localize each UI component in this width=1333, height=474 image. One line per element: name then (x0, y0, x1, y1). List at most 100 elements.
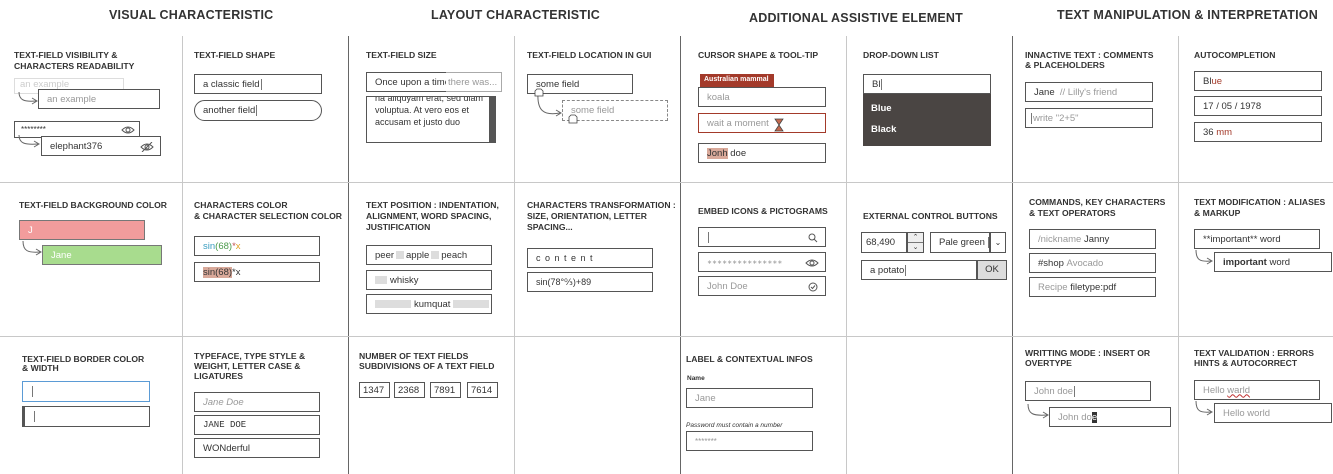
cell-title: EXTERNAL CONTROL BUTTONS (863, 211, 998, 221)
cell-title: TYPEFACE, TYPE STYLE & (194, 351, 306, 361)
dropdown-input[interactable]: Bl (863, 74, 991, 94)
italic-field[interactable]: Jane Doe (194, 392, 320, 412)
divider (846, 36, 847, 474)
cell-title: TEXT-FIELD VISIBILITY & (14, 50, 118, 60)
date-field[interactable]: 17 / 05 / 1978 (1194, 96, 1322, 116)
cell-title: NUMBER OF TEXT FIELDS (359, 351, 469, 361)
cell-title: TEXT-FIELD SIZE (366, 50, 437, 60)
corrected-field[interactable]: Hello world (1214, 403, 1332, 423)
cell-title: CHARACTERS READABILITY (14, 61, 135, 71)
indent-field[interactable]: whisky (366, 270, 492, 290)
chevron-down-icon[interactable]: ⌄ (908, 243, 923, 252)
cell-title: WEIGHT, LETTER CASE & (194, 361, 301, 371)
eye-icon[interactable] (121, 125, 135, 135)
command-field[interactable]: /nickname Janny (1029, 229, 1156, 249)
error-field[interactable]: Hello warld (1194, 380, 1320, 400)
transform-arrow-icon (1195, 401, 1213, 416)
cell-title: LABEL & CONTEXTUAL INFOS (686, 354, 813, 364)
password-input[interactable]: ******* (686, 431, 813, 451)
selection-field[interactable]: sin(68) *x (194, 262, 320, 282)
markup-field[interactable]: **important** word (1194, 229, 1320, 249)
transform-arrow-icon (1027, 404, 1049, 419)
cell-title: & WIDTH (22, 363, 59, 373)
case-field[interactable]: WONderful (194, 438, 320, 458)
name-input[interactable]: Jane (686, 388, 813, 408)
divider (1178, 36, 1179, 474)
rounded-field[interactable]: another field (194, 100, 322, 121)
name-field[interactable]: Jonh doe (698, 143, 826, 163)
search-field[interactable] (698, 227, 826, 247)
password-field[interactable]: ∗∗∗∗∗∗∗∗∗∗∗∗∗∗∗ (698, 252, 826, 272)
number-field[interactable]: 68,490 (861, 232, 907, 253)
transform-field[interactable]: sin(78°↉)+89 (527, 272, 653, 292)
eye-icon[interactable] (805, 258, 819, 268)
blue-border-field[interactable] (22, 381, 150, 402)
center-field[interactable]: kumquat (366, 294, 492, 314)
spacing-field[interactable]: peer apple peach (366, 245, 492, 265)
cell-title: TEXT VALIDATION : ERRORS (1194, 348, 1314, 358)
dropdown-option[interactable]: Blue (863, 94, 991, 114)
segment-field[interactable]: 7614 (467, 382, 498, 398)
segment-field[interactable]: 7891 (430, 382, 461, 398)
unit-field[interactable]: 36 mm (1194, 122, 1322, 142)
ok-button[interactable]: OK (977, 260, 1007, 280)
cell-title: & PLACEHOLDERS (1025, 60, 1105, 70)
cell-title: EMBED ICONS & PICTOGRAMS (698, 206, 828, 216)
cell-title: & TEXT OPERATORS (1029, 208, 1116, 218)
cell-title: CHARACTERS TRANSFORMATION : (527, 200, 676, 210)
cell-title: COMMANDS, KEY CHARACTERS (1029, 197, 1166, 207)
mono-field[interactable]: JANE DOE (194, 415, 320, 435)
scrollbar[interactable] (489, 97, 495, 142)
dropdown-option[interactable]: Black (863, 114, 991, 135)
letter-spacing-field[interactable]: c o n t e n t (527, 248, 653, 268)
cell-title: WRITTING MODE : INSERT OR (1025, 348, 1151, 358)
validated-field[interactable]: John Doe (698, 276, 826, 296)
cell-title: JUSTIFICATION (366, 222, 431, 232)
comment-field[interactable]: Jane // Lilly's friend (1025, 82, 1153, 102)
segment-field[interactable]: 1347 (359, 382, 390, 398)
cell-title: TEXT-FIELD SHAPE (194, 50, 276, 60)
header-visual: VISUAL CHARACTERISTIC (109, 8, 274, 22)
wait-field[interactable]: wait a moment (698, 113, 826, 133)
rendered-field[interactable]: important word (1214, 252, 1332, 272)
overflow-text: there was... (446, 72, 502, 92)
divider (514, 36, 515, 474)
short-field[interactable]: Once upon a time (366, 72, 446, 92)
classic-field[interactable]: a classic field (194, 74, 322, 94)
header-assistive: ADDITIONAL ASSISTIVE ELEMENT (749, 11, 963, 25)
field-label: Name (687, 375, 705, 382)
cell-title: SPACING... (527, 222, 573, 232)
cell-title: SIZE, ORIENTATION, LETTER (527, 211, 647, 221)
search-icon[interactable] (808, 233, 818, 243)
cell-title: AUTOCOMPLETION (1194, 50, 1276, 60)
koala-field[interactable]: koala (698, 87, 826, 107)
overtype-field[interactable]: John do e (1049, 407, 1171, 427)
eye-off-icon[interactable] (140, 142, 154, 152)
cell-title: ALIGNMENT, WORD SPACING, (366, 211, 492, 221)
red-bg-field[interactable]: J (19, 220, 145, 240)
example-field[interactable]: an example (38, 89, 160, 109)
green-bg-field[interactable]: Jane (42, 245, 162, 265)
cell-title: HINTS & AUTOCORRECT (1194, 358, 1298, 368)
operator-field[interactable]: Recipe filetype:pdf (1029, 277, 1156, 297)
divider (182, 36, 183, 474)
chevron-up-icon[interactable]: ⌃ (908, 233, 923, 243)
transform-arrow-icon (22, 241, 42, 256)
chevron-down-icon[interactable]: ⌄ (990, 232, 1006, 253)
text-input[interactable]: a potato (861, 260, 977, 280)
insert-field[interactable]: John doe (1025, 381, 1151, 401)
hashtag-field[interactable]: #shop Avocado (1029, 253, 1156, 273)
spinner[interactable]: ⌃ ⌄ (907, 232, 924, 253)
syntax-color-field[interactable]: sin (68) * x (194, 236, 320, 256)
cell-title: SUBDIVISIONS OF A TEXT FIELD (359, 361, 495, 371)
segment-field[interactable]: 2368 (394, 382, 425, 398)
autocomplete-field[interactable]: Bl ue (1194, 71, 1322, 91)
header-layout: LAYOUT CHARACTERISTIC (431, 8, 601, 22)
thick-border-field[interactable] (22, 406, 150, 427)
password-shown-field[interactable]: elephant376 (41, 136, 161, 156)
placeholder-field[interactable]: write "2+5" (1025, 108, 1153, 128)
multiline-field[interactable]: na aliquyam erat, sed diam voluptua. At v… (366, 96, 496, 143)
cell-title: OVERTYPE (1025, 358, 1072, 368)
transform-arrow-icon (1195, 250, 1213, 265)
select-field[interactable]: Pale green (930, 232, 990, 253)
